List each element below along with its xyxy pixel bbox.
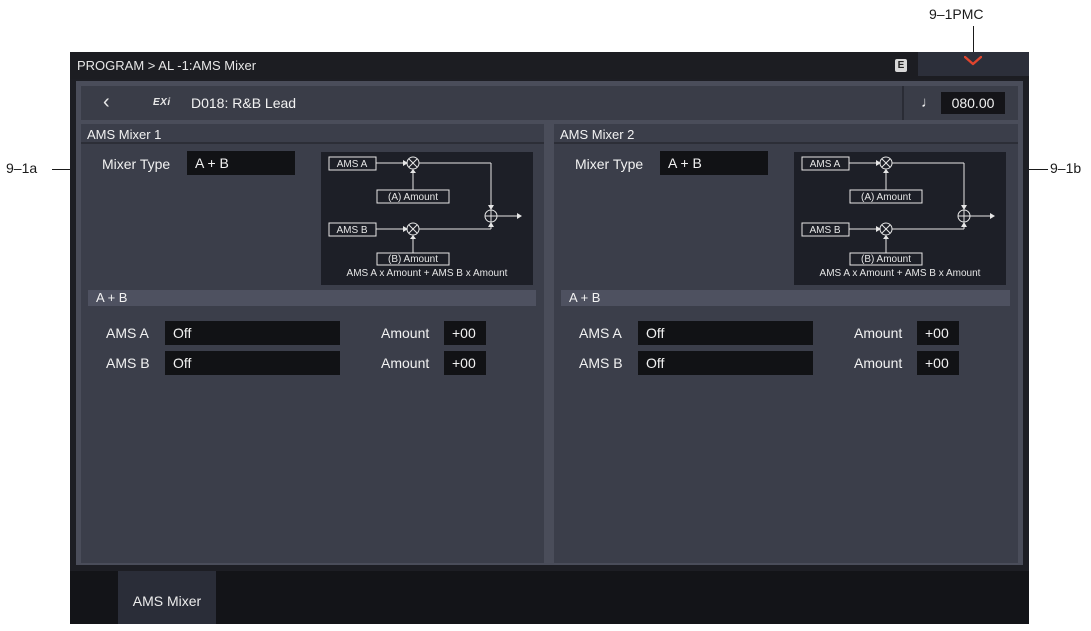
- callout-9-1a: 9–1a: [6, 160, 38, 176]
- panel-title: AMS Mixer 1: [87, 127, 162, 142]
- ams-b-label: AMS B: [579, 355, 623, 371]
- ams-b-label: AMS B: [106, 355, 150, 371]
- diagram-ams-b: AMS B: [336, 225, 367, 236]
- mixer-type-label: Mixer Type: [102, 156, 171, 172]
- mixer-type-select[interactable]: A + B: [660, 151, 768, 175]
- diagram-ams-b: AMS B: [809, 225, 840, 236]
- mixer-type-select[interactable]: A + B: [187, 151, 295, 175]
- amount-b-label: Amount: [381, 355, 430, 371]
- amount-a-field[interactable]: +00: [444, 321, 486, 345]
- program-bar: ‹ EXi D018: R&B Lead ♩ 080.00: [81, 86, 1018, 120]
- ams-a-label: AMS A: [106, 325, 149, 341]
- diagram-amount-a: (A) Amount: [388, 192, 438, 203]
- amount-b-field[interactable]: +00: [917, 351, 959, 375]
- diagram-caption: AMS A x Amount + AMS B x Amount: [819, 268, 981, 279]
- mixer-diagram: AMS A (A) Amount AMS B (B) Amount AMS A …: [321, 152, 533, 285]
- amount-b-label: Amount: [854, 355, 903, 371]
- tab-ams-mixer[interactable]: AMS Mixer: [118, 571, 216, 624]
- diagram-ams-a: AMS A: [810, 159, 841, 170]
- section-header: A + B: [88, 290, 536, 306]
- amount-a-label: Amount: [854, 325, 903, 341]
- tab-bar: AMS Mixer: [70, 571, 1029, 624]
- title-bar: PROGRAM > AL -1:AMS Mixer E: [70, 52, 1029, 79]
- callout-9-1b: 9–1b: [1050, 160, 1082, 176]
- ams-mixer-1-panel: AMS Mixer 1 Mixer Type A + B AMS A (A) A…: [81, 124, 544, 563]
- divider: [902, 86, 904, 120]
- diagram-ams-a: AMS A: [337, 159, 368, 170]
- signal-flow-diagram: AMS A (A) Amount AMS B (B) Amount: [328, 156, 522, 266]
- page-menu-button[interactable]: [918, 52, 1029, 76]
- ams-a-select[interactable]: Off: [165, 321, 340, 345]
- amount-b-field[interactable]: +00: [444, 351, 486, 375]
- divider: [81, 142, 544, 144]
- edit-badge: E: [895, 59, 907, 72]
- page-title: PROGRAM > AL -1:AMS Mixer: [77, 58, 257, 73]
- page-body: ‹ EXi D018: R&B Lead ♩ 080.00 AMS Mixer …: [76, 81, 1023, 565]
- panel-title: AMS Mixer 2: [560, 127, 635, 142]
- ams-mixer-2-panel: AMS Mixer 2 Mixer Type A + B AMS A (A) A…: [554, 124, 1018, 563]
- ams-a-select[interactable]: Off: [638, 321, 813, 345]
- ams-a-label: AMS A: [579, 325, 622, 341]
- tempo-field[interactable]: 080.00: [941, 92, 1005, 114]
- program-name[interactable]: D018: R&B Lead: [191, 95, 296, 111]
- signal-flow-diagram: AMS A (A) Amount AMS B (B) Amount: [801, 156, 995, 266]
- ams-b-select[interactable]: Off: [638, 351, 813, 375]
- amount-a-label: Amount: [381, 325, 430, 341]
- diagram-amount-b: (B) Amount: [861, 254, 911, 265]
- back-arrow-icon[interactable]: ‹: [103, 92, 117, 112]
- quarter-note-icon: ♩: [921, 94, 936, 111]
- diagram-caption: AMS A x Amount + AMS B x Amount: [346, 268, 508, 279]
- callout-9-1pmc: 9–1PMC: [929, 6, 984, 22]
- mixer-type-label: Mixer Type: [575, 156, 644, 172]
- callout-9-1pmc-line: [973, 26, 974, 52]
- section-header: A + B: [561, 290, 1010, 306]
- mixer-diagram: AMS A (A) Amount AMS B (B) Amount AMS A …: [794, 152, 1006, 285]
- amount-a-field[interactable]: +00: [917, 321, 959, 345]
- divider: [554, 142, 1018, 144]
- chevron-down-icon: [964, 56, 982, 66]
- synth-screen: PROGRAM > AL -1:AMS Mixer E ‹ EXi D018: …: [70, 52, 1029, 624]
- bank-badge: EXi: [153, 97, 171, 108]
- diagram-amount-b: (B) Amount: [388, 254, 438, 265]
- ams-b-select[interactable]: Off: [165, 351, 340, 375]
- diagram-amount-a: (A) Amount: [861, 192, 911, 203]
